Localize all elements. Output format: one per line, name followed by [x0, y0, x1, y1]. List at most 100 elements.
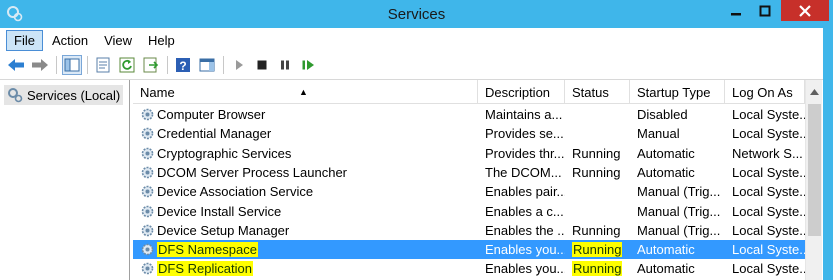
console-tree-icon [64, 58, 80, 72]
start-service-button[interactable] [229, 55, 249, 75]
service-name: Device Association Service [157, 182, 475, 201]
column-header-name[interactable]: Name ▲ [133, 80, 478, 104]
column-header-startup-type[interactable]: Startup Type [630, 80, 725, 104]
menu-view[interactable]: View [97, 31, 139, 50]
service-description: The DCOM... [485, 164, 562, 180]
service-gear-icon [141, 263, 154, 275]
service-status: Running [572, 240, 630, 259]
service-startup-type: Manual (Trig... [637, 203, 721, 219]
service-row[interactable]: DFS Replication Enables you... Running Auto… [133, 259, 805, 278]
sort-ascending-icon: ▲ [299, 87, 308, 97]
refresh-icon [119, 57, 135, 73]
column-header-log-on-as[interactable]: Log On As [725, 80, 805, 104]
help-icon: ? [176, 58, 190, 73]
service-name-text: Device Install Service [157, 203, 282, 219]
service-gear-icon [141, 166, 154, 179]
service-gear-icon [141, 185, 154, 198]
close-button[interactable] [781, 0, 829, 21]
service-status [572, 124, 630, 143]
service-status-text: Running [572, 145, 621, 161]
forward-button[interactable] [30, 55, 50, 75]
service-row[interactable]: DCOM Server Process Launcher The DCOM... R… [133, 163, 805, 182]
service-row[interactable]: Computer Browser Maintains a... Disabled Lo… [133, 105, 805, 124]
service-status-text: Running [572, 242, 623, 258]
service-startup-type: Manual [637, 126, 680, 142]
service-gear-icon [141, 147, 154, 159]
toolbar: ? [0, 52, 833, 80]
scroll-up-button[interactable] [806, 84, 823, 100]
service-row[interactable]: Credential Manager Provides se... Manual Lo… [133, 124, 805, 143]
service-status-text: Running [572, 222, 621, 238]
title-bar: Services [0, 0, 833, 28]
service-gear-icon [141, 243, 154, 256]
service-status: Running [572, 144, 630, 163]
stop-service-button[interactable] [252, 55, 272, 75]
service-description: Enables you... [485, 261, 565, 277]
service-row[interactable]: Device Install Service Enables a c... Manu… [133, 202, 805, 221]
service-gear-icon [141, 108, 154, 121]
refresh-button[interactable] [117, 55, 137, 75]
service-log-on-as: Network S... [732, 145, 803, 161]
restart-icon [302, 60, 314, 70]
service-description: Enables a c... [485, 203, 564, 219]
pause-icon [281, 60, 289, 70]
service-name-text: Cryptographic Services [157, 145, 292, 161]
service-name: Device Setup Manager [157, 221, 475, 240]
restart-service-button[interactable] [298, 55, 318, 75]
service-status: Running [572, 259, 630, 278]
service-name: Computer Browser [157, 105, 475, 124]
service-name: Credential Manager [157, 124, 475, 143]
service-row[interactable]: Device Association Service Enables pair..… [133, 182, 805, 201]
service-row[interactable]: Device Setup Manager Enables the ... Runni… [133, 221, 805, 240]
service-status-text: Running [572, 164, 621, 180]
tree-item-services-local[interactable]: Services (Local) [4, 85, 124, 105]
column-header-description[interactable]: Description [478, 80, 565, 104]
play-icon [236, 60, 243, 70]
menu-help[interactable]: Help [141, 31, 182, 50]
vertical-scrollbar[interactable] [805, 80, 822, 280]
toolbar-separator [223, 56, 224, 74]
service-name: DFS Namespace [157, 240, 475, 259]
service-status: Running [572, 163, 630, 182]
services-gear-icon [8, 88, 23, 103]
close-icon [799, 4, 811, 17]
service-gear-icon [141, 205, 154, 217]
svg-text:?: ? [179, 59, 186, 73]
window-title: Services [387, 6, 446, 23]
service-description: Provides thr... [485, 145, 565, 161]
service-status-text: Running [572, 261, 623, 277]
pause-service-button[interactable] [275, 55, 295, 75]
service-startup-type: Disabled [637, 107, 688, 122]
service-log-on-as: Local Syste... [732, 184, 805, 200]
service-log-on-as: Local Syste... [732, 242, 805, 258]
export-list-icon [143, 57, 159, 73]
column-header-status[interactable]: Status [565, 80, 630, 104]
menu-action[interactable]: Action [45, 31, 95, 50]
properties-button[interactable] [93, 55, 113, 75]
service-row[interactable]: Cryptographic Services Provides thr... Run… [133, 144, 805, 163]
toolbar-separator [167, 56, 168, 74]
service-name: Device Install Service [157, 202, 475, 221]
service-description: Enables the ... [485, 222, 565, 238]
minimize-button[interactable] [722, 0, 750, 21]
show-hide-console-tree-button[interactable] [62, 55, 82, 75]
service-startup-type: Automatic [637, 261, 695, 277]
back-button[interactable] [6, 55, 26, 75]
forward-arrow-icon [32, 59, 48, 71]
service-log-on-as: Local Syste... [732, 203, 805, 219]
export-list-button[interactable] [141, 55, 161, 75]
service-name-text: DCOM Server Process Launcher [157, 164, 348, 180]
show-hide-action-pane-button[interactable] [197, 55, 217, 75]
menu-bar: File Action View Help [0, 28, 833, 52]
properties-icon [96, 57, 110, 73]
menu-file[interactable]: File [6, 29, 43, 51]
service-startup-type: Automatic [637, 145, 695, 161]
service-name-text: Computer Browser [157, 107, 266, 122]
help-button[interactable]: ? [173, 55, 193, 75]
service-description: Enables you... [485, 242, 565, 258]
service-log-on-as: Local Syste... [732, 107, 805, 122]
tree-item-label: Services (Local) [27, 87, 121, 103]
scroll-thumb[interactable] [808, 104, 821, 236]
service-row[interactable]: DFS Namespace Enables you... Running Automa… [133, 240, 805, 260]
maximize-button[interactable] [751, 0, 779, 21]
